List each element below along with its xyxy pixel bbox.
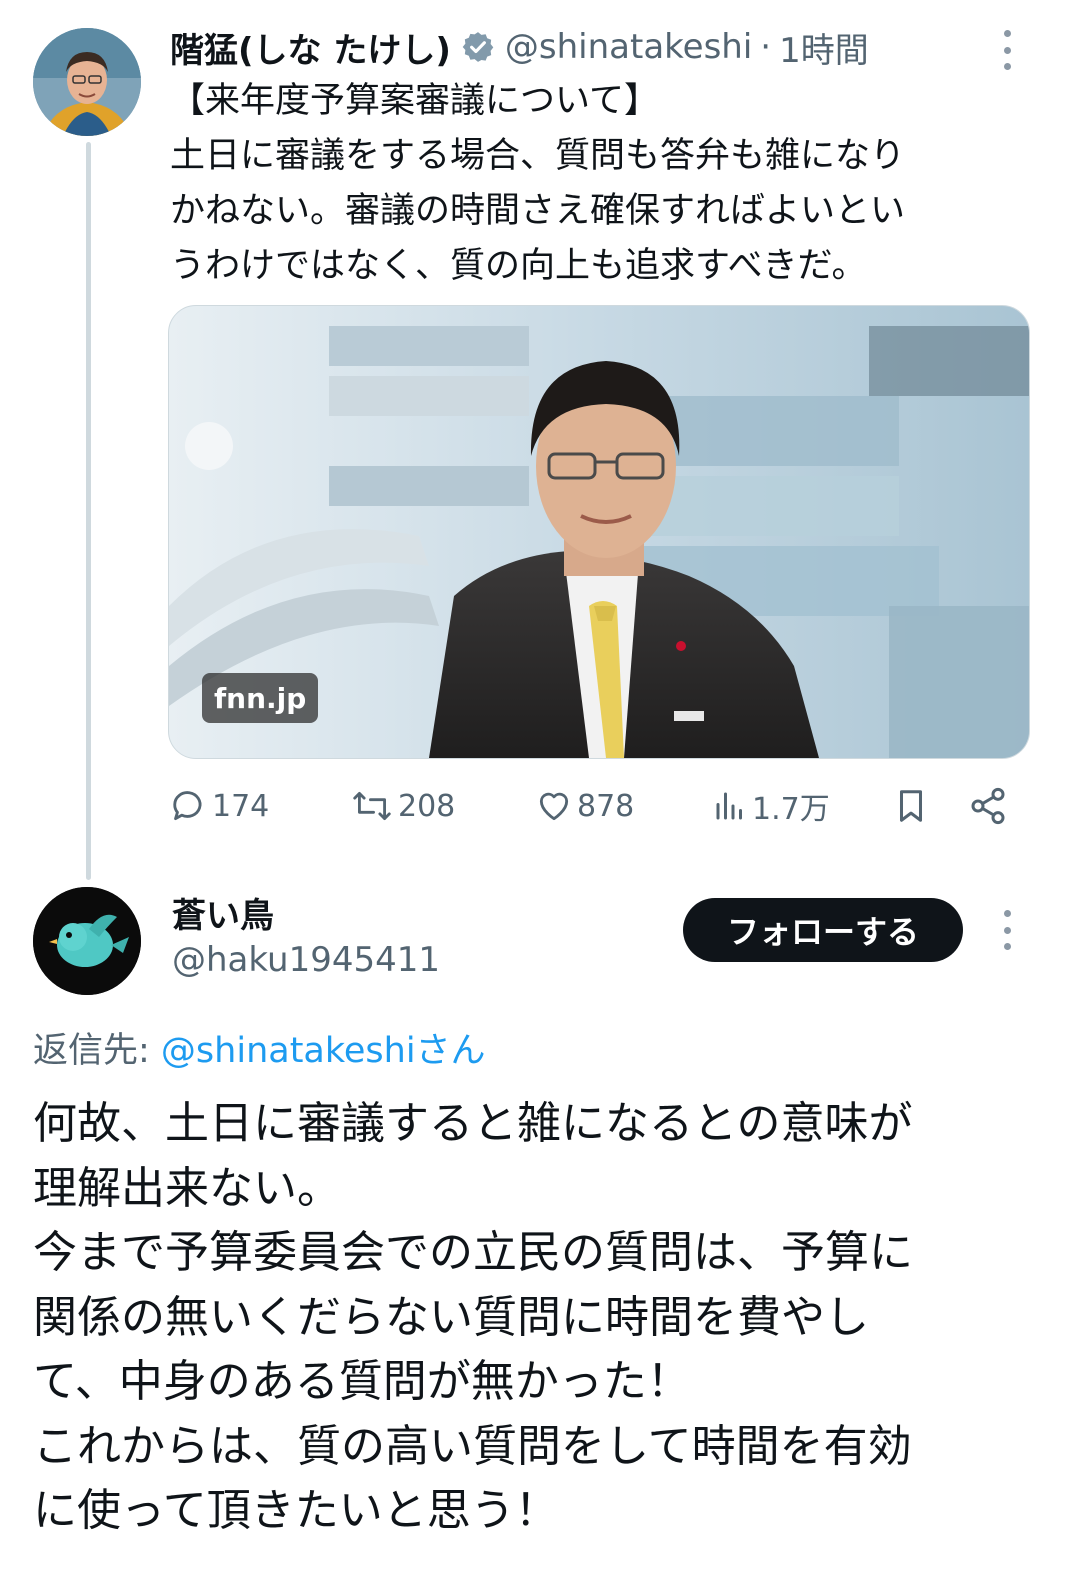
reply-to-label: 返信先: — [33, 1031, 161, 1071]
separator-dot: · — [760, 27, 772, 67]
link-card-image[interactable]: fnn.jp — [168, 305, 1030, 759]
retweet-button[interactable]: 208 — [350, 780, 455, 832]
retweet-icon — [353, 792, 391, 820]
author-avatar[interactable] — [33, 28, 141, 136]
bird-icon — [33, 887, 141, 995]
reply-author-name[interactable]: 蒼い鳥 — [172, 888, 274, 937]
tweet-time[interactable]: 1時間 — [779, 23, 869, 72]
reply-to-line: 返信先: @shinatakeshiさん — [33, 1022, 486, 1073]
reply-text-line: 理解出来ない。 — [33, 1162, 341, 1214]
thread-connector-line — [86, 142, 91, 880]
reply-text-line: 今まで予算委員会での立民の質問は、予算に — [33, 1227, 913, 1278]
views-icon — [716, 792, 742, 820]
retweet-count: 208 — [398, 788, 456, 824]
bookmark-button[interactable] — [892, 780, 934, 832]
tweet-text-line: 土日に審議をする場合、質問も答弁も雑になり — [170, 136, 906, 176]
bookmark-icon — [899, 790, 923, 822]
reply-author-avatar[interactable] — [33, 887, 141, 995]
share-icon — [971, 787, 1005, 825]
like-count: 878 — [577, 788, 635, 824]
views-button[interactable]: 1.7万 — [712, 780, 830, 832]
reply-to-mention[interactable]: @shinatakeshiさん — [161, 1031, 486, 1071]
author-handle[interactable]: @shinatakeshi — [505, 27, 752, 67]
reply-text-line: に使って頂きたいと思う！ — [33, 1485, 559, 1536]
tweet-action-bar: 174 208 878 1.7万 — [170, 780, 1020, 832]
reply-text: 何故、土日に審議すると雑になるとの意味が 理解出来ない。 今まで予算委員会での立… — [33, 1092, 1043, 1544]
reply-count: 174 — [212, 788, 270, 824]
reply-button[interactable]: 174 — [170, 780, 269, 832]
source-badge: fnn.jp — [202, 673, 319, 723]
reply-text-line: 何故、土日に審議すると雑になるとの意味が — [33, 1098, 913, 1149]
reply-author-handle[interactable]: @haku1945411 — [172, 940, 440, 980]
like-icon — [539, 792, 569, 821]
reply-text-line: 関係の無いくだらない質問に時間を費やし — [33, 1291, 869, 1343]
views-count: 1.7万 — [752, 792, 830, 827]
author-name[interactable]: 階猛(しな たけし) — [170, 23, 451, 72]
reply-icon — [173, 791, 202, 821]
more-icon[interactable] — [1002, 30, 1012, 70]
tweet-text-line: かねない。審議の時間さえ確保すればよいとい — [170, 191, 906, 231]
tweet-text-line: うわけではなく、質の向上も追求すべきだ。 — [170, 246, 867, 286]
more-icon[interactable] — [1002, 910, 1012, 950]
follow-button[interactable]: フォローする — [683, 898, 963, 962]
reply-text-line: て、中身のある質問が無かった！ — [33, 1356, 691, 1407]
verified-badge-icon — [461, 30, 495, 64]
tweet-header: 階猛(しな たけし) @shinatakeshi · 1時間 — [170, 22, 869, 72]
tweet-text-line: 【来年度予算案審議について】 — [170, 81, 659, 121]
like-button[interactable]: 878 — [535, 780, 634, 832]
reply-text-line: これからは、質の高い質問をして時間を有効 — [33, 1420, 912, 1472]
share-button[interactable] — [968, 780, 1012, 832]
tweet-text: 【来年度予算案審議について】 土日に審議をする場合、質問も答弁も雑になり かねな… — [170, 74, 1030, 294]
